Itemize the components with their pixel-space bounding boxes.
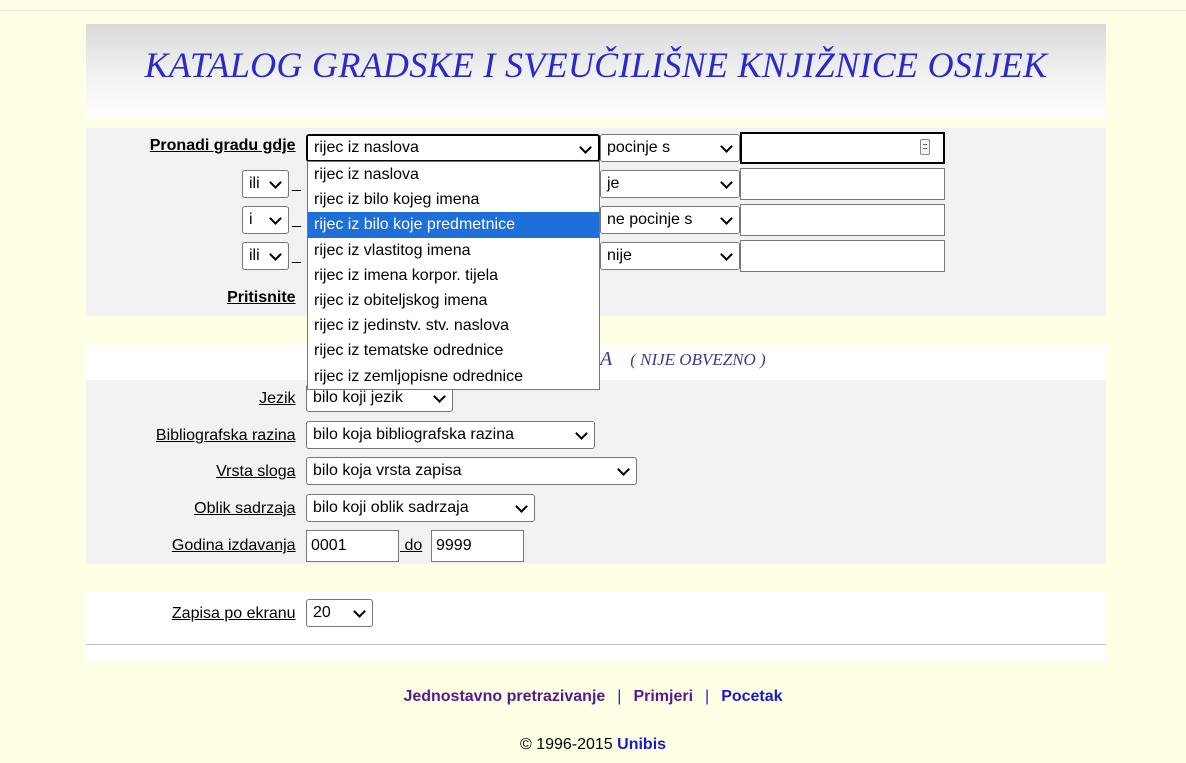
bool-select-3[interactable]: i xyxy=(242,206,289,234)
top-divider xyxy=(0,10,1186,11)
bool-select-4[interactable]: ili xyxy=(242,242,289,270)
operator-select-1[interactable]: pocinje s xyxy=(600,134,740,162)
home-link[interactable]: Pocetak xyxy=(721,688,782,705)
find-label[interactable]: Pronadi gradu gdje xyxy=(150,137,300,155)
page-title: KATALOG GRADSKE I SVEUČILIŠNE KNJIŽNICE … xyxy=(144,45,1048,85)
year-to-label: do xyxy=(404,537,423,554)
autofill-icon xyxy=(920,139,930,155)
language-label[interactable]: Jezik xyxy=(259,390,300,408)
operator-select-4[interactable]: nije xyxy=(600,242,740,270)
dropdown-option[interactable]: rijec iz tematske odrednice xyxy=(308,338,599,363)
chevron-down-icon xyxy=(514,495,528,521)
biblevel-label[interactable]: Bibliografska razina xyxy=(156,427,300,445)
operator-select-3[interactable]: ne pocinje s xyxy=(600,206,740,234)
separator: | xyxy=(705,688,710,705)
copyright: © 1996-2015 Unibis xyxy=(0,736,1186,754)
dropdown-option[interactable]: rijec iz zemljopisne odrednice xyxy=(308,364,599,389)
search-term-input-3[interactable] xyxy=(740,204,945,236)
year-to-input[interactable]: 9999 xyxy=(431,530,524,562)
operator-select-2[interactable]: je xyxy=(600,170,740,198)
search-term-input-2[interactable] xyxy=(740,168,945,200)
chevron-down-icon xyxy=(578,136,592,160)
limits-title: A( NIJE OBVEZNO ) xyxy=(600,348,766,370)
chevron-down-icon xyxy=(352,600,366,626)
year-from-input[interactable]: 0001 xyxy=(306,530,399,562)
chevron-down-icon xyxy=(719,243,733,269)
dropdown-option[interactable]: rijec iz vlastitog imena xyxy=(308,238,599,263)
content-select[interactable]: bilo koji oblik sadrzaja xyxy=(306,494,535,522)
bool-select-2[interactable]: ili xyxy=(242,170,289,198)
footer-nav: Jednostavno pretrazivanje | Primjeri | Pocet… xyxy=(0,688,1186,706)
display-panel-bottom xyxy=(86,645,1106,661)
chevron-down-icon xyxy=(268,243,282,269)
rectype-select[interactable]: bilo koja vrsta zapisa xyxy=(306,457,637,485)
dropdown-option[interactable]: rijec iz jedinstv. stv. naslova xyxy=(308,313,599,338)
chevron-down-icon xyxy=(719,171,733,197)
chevron-down-icon xyxy=(616,458,630,484)
simple-search-link[interactable]: Jednostavno pretrazivanje xyxy=(403,688,605,705)
per-page-select[interactable]: 20 xyxy=(306,599,373,627)
year-label[interactable]: Godina izdavanja xyxy=(172,537,300,555)
field-select-1[interactable]: rijec iz naslova xyxy=(306,134,600,162)
search-term-input-4[interactable] xyxy=(740,240,945,272)
dropdown-option-highlighted[interactable]: rijec iz bilo koje predmetnice xyxy=(308,212,599,238)
chevron-down-icon xyxy=(574,422,588,448)
biblevel-select[interactable]: bilo koja bibliografska razina xyxy=(306,421,595,449)
field-dropdown-list[interactable]: rijec iz naslova rijec iz bilo kojeg ime… xyxy=(307,161,600,390)
search-term-input-1[interactable] xyxy=(740,132,945,164)
dropdown-option[interactable]: rijec iz naslova xyxy=(308,162,599,187)
chevron-down-icon xyxy=(719,207,733,233)
dropdown-option[interactable]: rijec iz obiteljskog imena xyxy=(308,288,599,313)
chevron-down-icon xyxy=(268,171,282,197)
row-dash: _ xyxy=(292,211,301,228)
catalog-banner: KATALOG GRADSKE I SVEUČILIŠNE KNJIŽNICE … xyxy=(86,24,1106,118)
per-page-label[interactable]: Zapisa po ekranu xyxy=(172,605,300,623)
copyright-text: © 1996-2015 xyxy=(519,736,613,753)
rectype-label[interactable]: Vrsta sloga xyxy=(216,463,300,481)
dropdown-option[interactable]: rijec iz bilo kojeg imena xyxy=(308,187,599,212)
separator: | xyxy=(617,688,622,705)
press-label[interactable]: Pritisnite xyxy=(227,289,300,307)
content-label[interactable]: Oblik sadrzaja xyxy=(194,500,300,518)
examples-link[interactable]: Primjeri xyxy=(633,688,693,705)
chevron-down-icon xyxy=(719,135,733,161)
row-dash: _ xyxy=(292,175,301,192)
unibis-link[interactable]: Unibis xyxy=(617,736,666,753)
chevron-down-icon xyxy=(268,207,282,233)
row-dash: _ xyxy=(292,247,301,264)
dropdown-option[interactable]: rijec iz imena korpor. tijela xyxy=(308,263,599,288)
